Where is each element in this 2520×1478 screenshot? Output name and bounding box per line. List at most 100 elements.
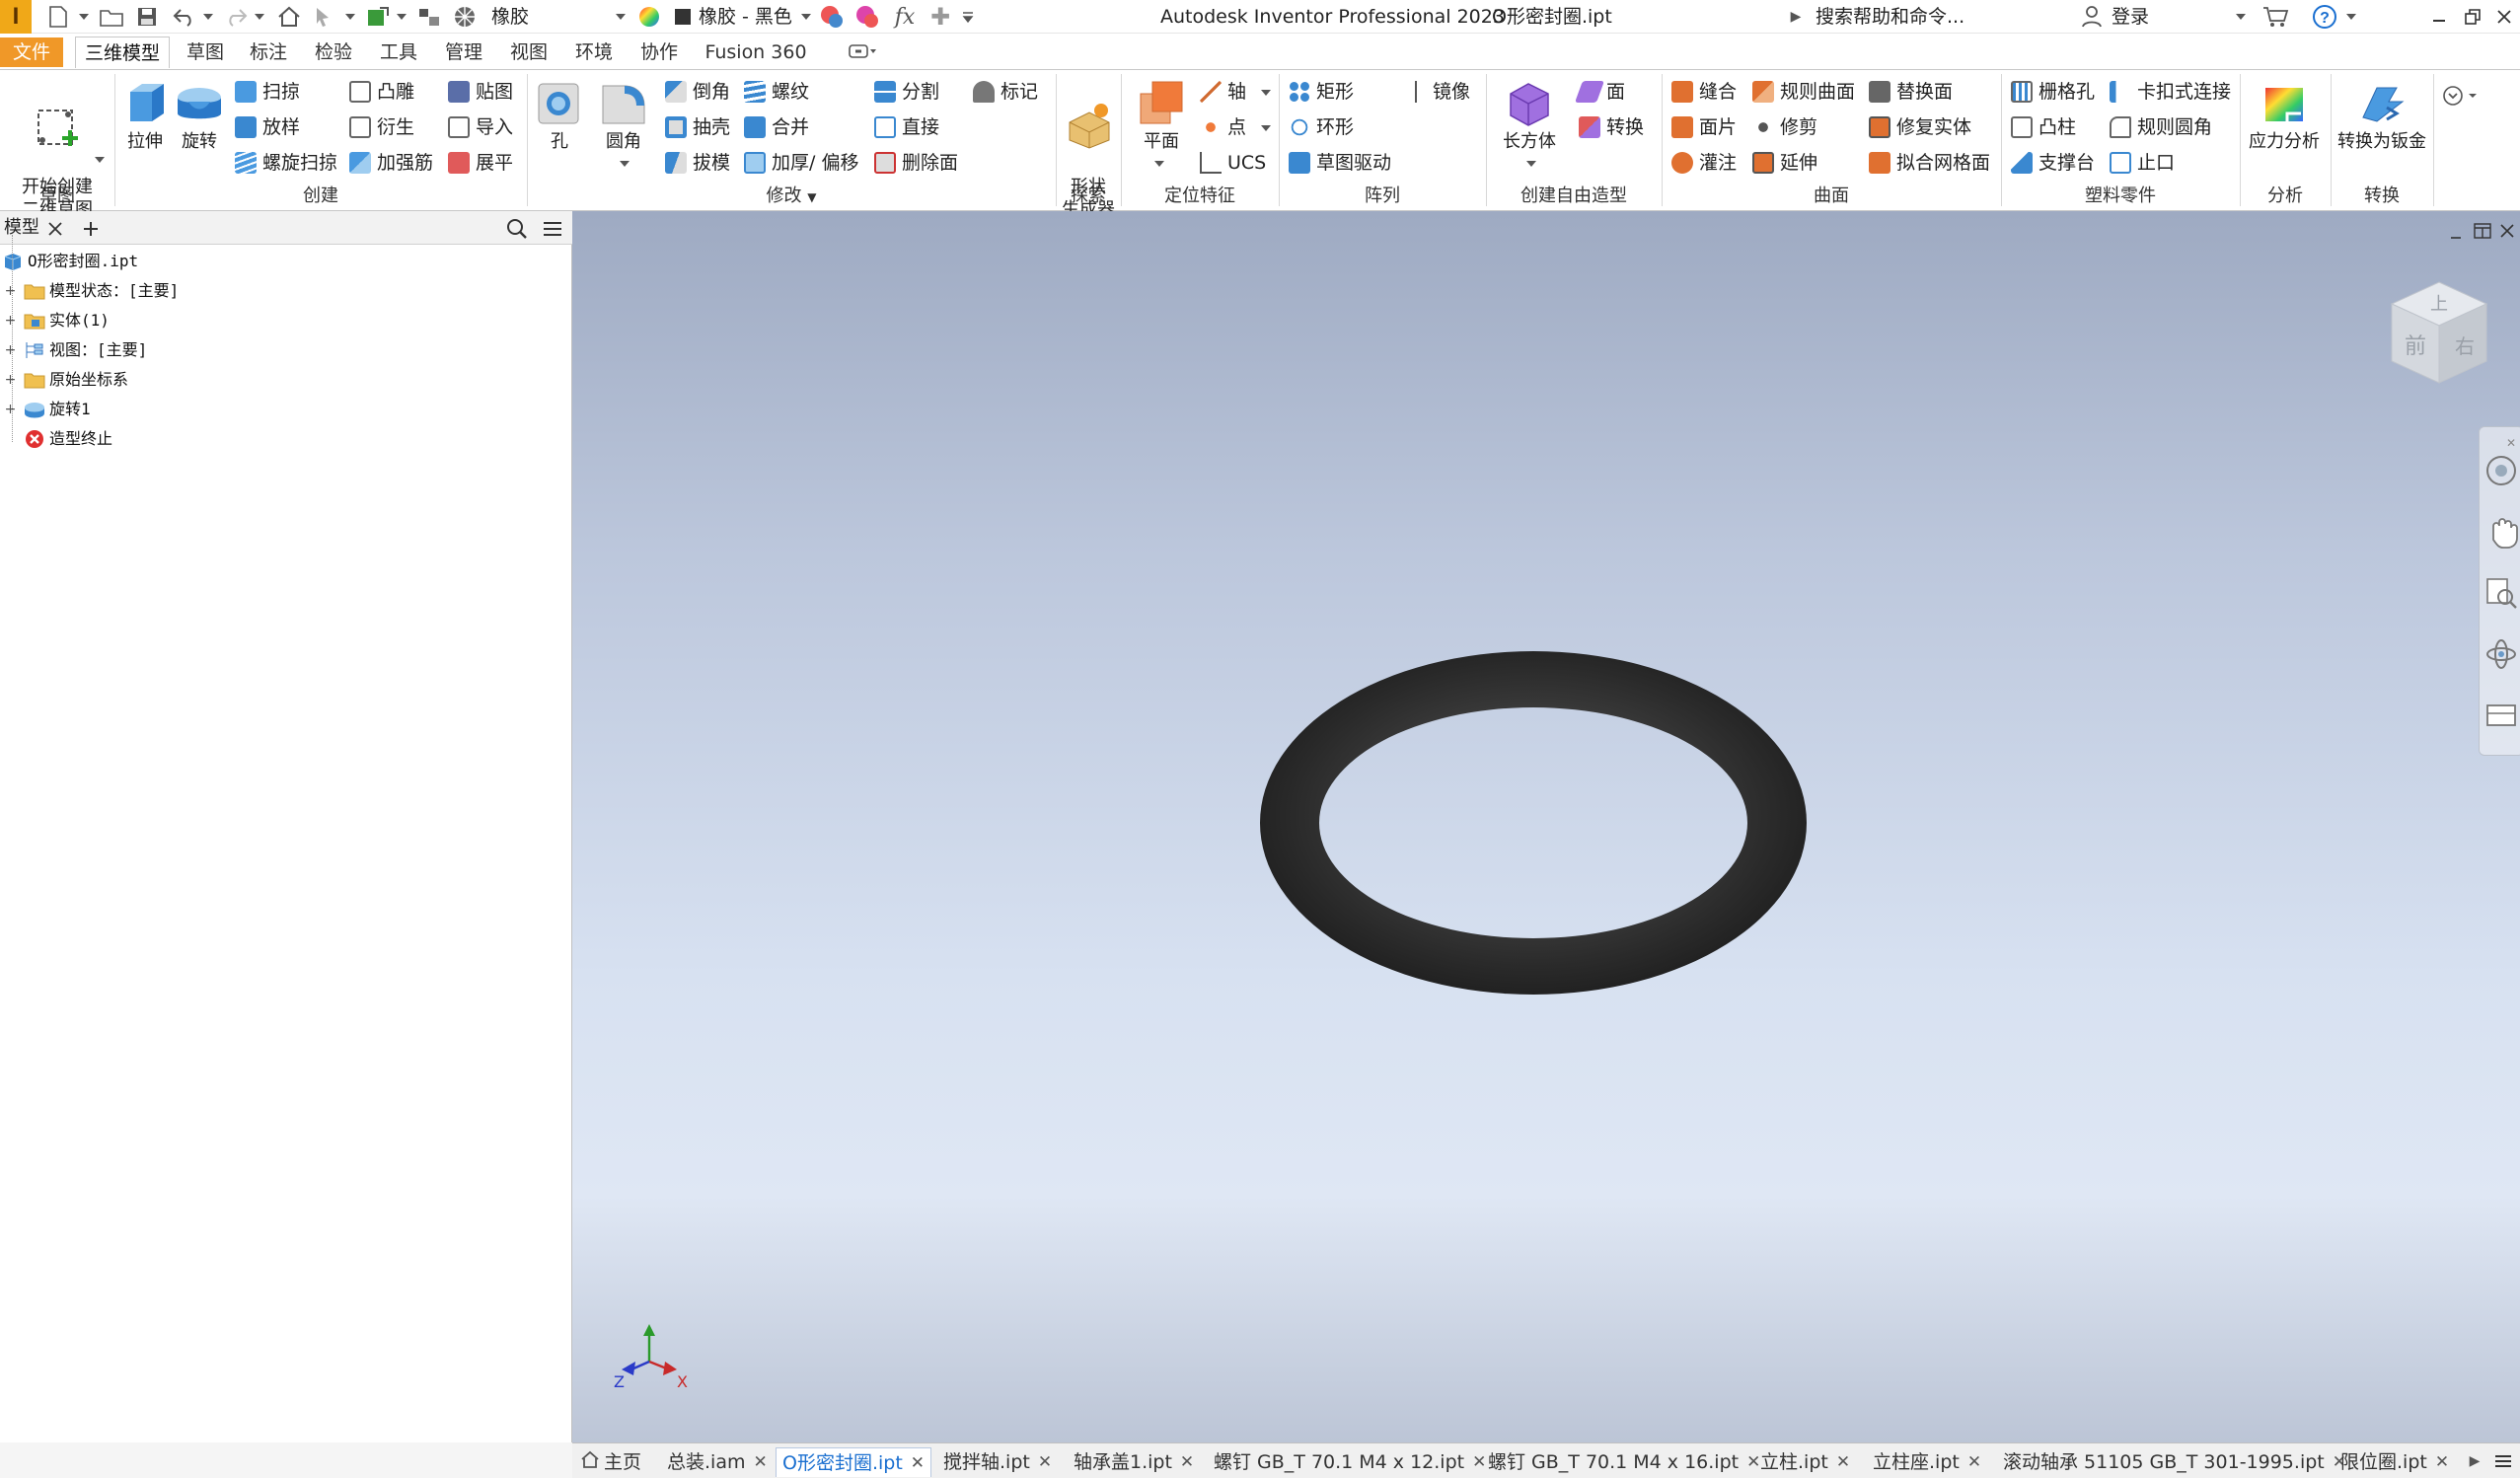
decal-button[interactable]: 贴图 [448,76,513,108]
close-tab-icon[interactable]: ✕ [1967,1447,1981,1477]
new-dropdown-icon[interactable] [79,14,89,20]
doc-tab-limit-ring[interactable]: 限位圈.ipt ✕ [2340,1447,2449,1477]
close-tab-icon[interactable]: ✕ [753,1447,767,1477]
close-tab-icon[interactable]: ✕ [1038,1447,1052,1477]
thicken-offset-button[interactable]: 加厚/ 偏移 [744,147,858,179]
browser-tab-model[interactable]: 模型 [4,213,43,243]
doc-tab-assembly[interactable]: 总装.iam ✕ [667,1447,768,1477]
panel-title-create[interactable]: 创建 [114,185,527,208]
draft-button[interactable]: 拔模 [665,147,730,179]
convert-to-sheet-metal-button[interactable]: 转换为钣金 [2333,78,2431,153]
tree-item-model-state[interactable]: 模型状态：[主要] [24,276,179,306]
freeform-face-button[interactable]: 面 [1574,76,1625,108]
viewport-minimize-icon[interactable] [2445,219,2467,247]
tree-item-solid-bodies[interactable]: 实体(1) [24,306,110,335]
axis-button[interactable]: 轴 [1200,76,1246,108]
extend-button[interactable]: 延伸 [1752,147,1817,179]
tab-inspect[interactable]: 检验 [306,37,361,68]
panel-title-convert[interactable]: 转换 [2331,185,2433,208]
adjust-appearance-icon[interactable] [817,3,847,31]
close-tab-icon[interactable]: ✕ [1472,1447,1486,1477]
add-icon[interactable]: ✚ [927,3,953,31]
rib-button[interactable]: 加强筋 [349,147,433,179]
axis-dropdown-icon[interactable] [1261,90,1271,96]
tree-item-revolve1[interactable]: 旋转1 [24,395,91,424]
grill-button[interactable]: 栅格孔 [2011,76,2095,108]
panel-title-surface[interactable]: 曲面 [1662,185,2001,208]
close-browser-icon[interactable] [43,215,67,243]
chamfer-button[interactable]: 倒角 [665,76,730,108]
coil-button[interactable]: 螺旋扫掠 [235,147,337,179]
close-tab-icon[interactable]: ✕ [1836,1447,1850,1477]
inventor-logo[interactable]: I [0,0,32,34]
split-button[interactable]: 分割 [874,76,939,108]
expand-origin-icon[interactable]: + [4,373,17,387]
panel-title-work-features[interactable]: 定位特征 [1121,185,1279,208]
minimize-icon[interactable] [2427,3,2451,31]
lip-button[interactable]: 止口 [2110,147,2175,179]
emboss-button[interactable]: 凸雕 [349,76,414,108]
tab-list-icon[interactable] [2490,1447,2516,1475]
open-folder-icon[interactable] [97,3,126,31]
extrude-button[interactable]: 拉伸 [118,78,172,153]
tab-3d-model[interactable]: 三维模型 [75,37,170,68]
sculpt-button[interactable]: 灌注 [1671,147,1737,179]
panel-title-modify[interactable]: 修改 ▼ [527,185,1056,208]
undo-icon[interactable] [170,3,199,31]
doc-tab-o-ring[interactable]: O形密封圈.ipt ✕ [776,1447,932,1477]
doc-tab-bearing-cap[interactable]: 轴承盖1.ipt ✕ [1074,1447,1194,1477]
panel-title-freeform[interactable]: 创建自由造型 [1486,185,1662,208]
panel-title-plastic-part[interactable]: 塑料零件 [2001,185,2240,208]
loft-button[interactable]: 放样 [235,111,300,143]
add-browser-icon[interactable] [79,215,103,243]
doc-tab-column-base[interactable]: 立柱座.ipt ✕ [1873,1447,1981,1477]
appearance-swatch-icon[interactable] [671,3,695,31]
clear-appearance-icon[interactable] [852,3,882,31]
doc-tab-screw-m4x16[interactable]: 螺钉 GB_T 70.1 M4 x 16.ipt ✕ [1488,1447,1760,1477]
tab-tools[interactable]: 工具 [371,37,426,68]
sketch-dropdown-icon[interactable] [95,157,105,163]
search-help-input[interactable]: 搜索帮助和命令... [1816,2,2072,32]
tree-item-end-of-part[interactable]: 造型终止 [24,424,112,454]
boss-button[interactable]: 凸柱 [2011,111,2076,143]
redo-icon[interactable] [221,3,251,31]
doc-tab-thrust-bearing[interactable]: 滚动轴承 51105 GB_T 301-1995.ipt ✕ [2003,1447,2346,1477]
panel-title-analysis[interactable]: 分析 [2240,185,2331,208]
appearance-select[interactable]: 橡胶 - 黑色 [699,2,797,32]
patch-button[interactable]: 面片 [1671,111,1737,143]
cart-icon[interactable] [2260,3,2291,31]
tab-scroll-right-icon[interactable]: ▶ [2465,1447,2484,1475]
appearance-dropdown-icon[interactable] [801,14,811,20]
expand-view-icon[interactable]: + [4,343,17,357]
viewport-close-icon[interactable] [2496,217,2518,245]
tab-file[interactable]: 文件 [0,37,63,67]
trim-button[interactable]: 修剪 [1752,111,1817,143]
viewport-tile-icon[interactable] [2471,217,2494,245]
fillet-button[interactable]: 圆角 [594,78,653,153]
expand-model-state-icon[interactable]: + [4,284,17,298]
ribbon-options-icon[interactable] [2439,82,2483,110]
tree-item-part[interactable]: O形密封圈.ipt [2,247,138,276]
restore-icon[interactable] [2461,3,2484,31]
tab-annotate[interactable]: 标注 [241,37,296,68]
close-tab-icon[interactable]: ✕ [2435,1447,2449,1477]
mirror-button[interactable]: 镜像 [1405,76,1470,108]
orbit-icon[interactable] [2480,632,2520,676]
circular-pattern-button[interactable]: 环形 [1289,111,1354,143]
freeform-convert-button[interactable]: 转换 [1579,111,1644,143]
material-dropdown-icon[interactable] [616,14,626,20]
update-icon[interactable] [363,3,393,31]
material-select[interactable]: 橡胶 [491,2,610,32]
tab-manage[interactable]: 管理 [436,37,491,68]
close-window-icon[interactable] [2492,3,2516,31]
o-ring-model[interactable] [1253,645,1825,1010]
thread-button[interactable]: 螺纹 [744,76,809,108]
login-dropdown-icon[interactable] [2236,14,2246,20]
sketch-driven-pattern-button[interactable]: 草图驱动 [1289,147,1391,179]
revolve-button[interactable]: 旋转 [174,78,225,153]
material-icon[interactable] [450,3,480,31]
expand-solids-icon[interactable]: + [4,314,17,328]
redo-dropdown-icon[interactable] [255,14,264,20]
tab-collaborate[interactable]: 协作 [631,37,687,68]
ribbon-display-icon[interactable] [845,37,880,65]
